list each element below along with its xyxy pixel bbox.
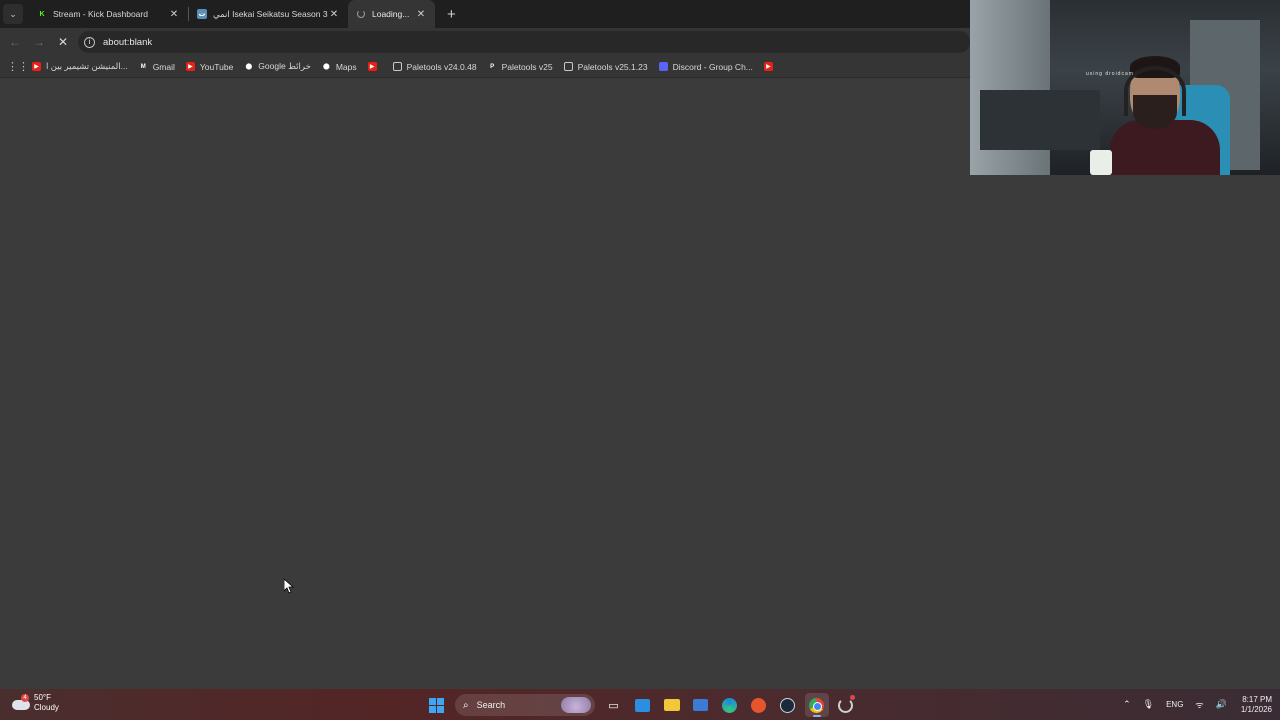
language-indicator[interactable]: ENG	[1166, 700, 1183, 709]
screen: ⌄ K Stream - Kick Dashboard ✕ ت انمي Ise…	[0, 0, 1280, 720]
close-icon[interactable]: ✕	[415, 9, 427, 20]
task-view-button[interactable]: ▭	[602, 693, 626, 717]
bookmark-youtube-icon-only[interactable]: ▶	[367, 62, 382, 71]
edge-icon	[722, 697, 737, 713]
webcam-shelf	[980, 90, 1100, 150]
address-text[interactable]: about:blank	[103, 37, 152, 48]
kick-icon: K	[39, 10, 45, 18]
origin-app[interactable]	[747, 693, 771, 717]
bookmark-label: Gmail	[152, 61, 175, 72]
bookmark-label: YouTube	[199, 61, 234, 72]
youtube-icon: ▶	[32, 62, 41, 71]
obs-app[interactable]	[834, 693, 858, 717]
bookmark-paletools-v25-1-23[interactable]: Paletools v25.1.23	[563, 61, 648, 72]
chrome-app[interactable]	[804, 693, 829, 717]
tab-title: انمي Isekai Seikatsu Season 3 ...	[213, 8, 328, 19]
clock-date: 1/1/2026	[1240, 704, 1272, 714]
weather-temp: 50°F	[34, 693, 51, 702]
bookmark-maps[interactable]: ⬤ Maps	[322, 62, 357, 72]
webcam-overlay: using droidcam	[970, 0, 1280, 175]
browser-toolbar: ← → ✕ i about:blank	[0, 28, 970, 56]
search-highlight-art	[561, 697, 591, 713]
new-tab-button[interactable]: +	[447, 6, 456, 23]
steam-app[interactable]	[776, 693, 800, 717]
wifi-icon[interactable]: ᯤ	[1195, 698, 1203, 711]
bookmark-item[interactable]: ▶ المنيشن تشيمير بين ا...	[32, 61, 128, 72]
chrome-icon	[809, 697, 824, 713]
tab-loading-active[interactable]: Loading... ✕	[348, 0, 435, 28]
tray-chevron-icon[interactable]: ⌃	[1123, 699, 1131, 710]
youtube-icon: ▶	[763, 62, 773, 71]
windows-icon	[429, 697, 444, 713]
mail-app[interactable]	[689, 693, 713, 717]
steam-icon	[780, 697, 795, 713]
maps-icon: ⬤	[322, 64, 330, 70]
youtube-icon: ▶	[367, 62, 377, 71]
paletools-icon: P	[490, 63, 495, 70]
bookmark-label: Google خرائط	[258, 61, 311, 71]
weather-badge: 4	[21, 694, 29, 702]
bookmark-label: Discord - Group Ch...	[672, 61, 753, 72]
youtube-icon: ▶	[185, 62, 195, 71]
webcam-overlay-text: using droidcam	[1086, 71, 1134, 77]
webcam-cup	[1090, 150, 1112, 175]
site-info-icon[interactable]: i	[84, 36, 95, 48]
bookmark-paletools-v25[interactable]: P Paletools v25	[488, 62, 553, 72]
volume-icon[interactable]: 🔊	[1216, 699, 1227, 710]
globe-icon	[563, 62, 573, 71]
bookmark-youtube[interactable]: ▶ YouTube	[185, 61, 234, 72]
clock-time: 8:17 PM	[1242, 694, 1272, 704]
weather-condition: Cloudy	[34, 703, 59, 712]
back-button[interactable]: ←	[6, 35, 24, 49]
maps-icon: ⬤	[245, 64, 253, 70]
store-icon	[635, 698, 650, 712]
forward-button[interactable]: →	[30, 35, 48, 49]
mail-icon	[693, 699, 708, 711]
tab-isekai-anime[interactable]: ت انمي Isekai Seikatsu Season 3 ... ✕	[189, 0, 348, 28]
bookmark-discord[interactable]: Discord - Group Ch...	[658, 61, 753, 72]
clock[interactable]: 8:17 PM 1/1/2026	[1241, 695, 1272, 715]
notification-dot	[849, 695, 855, 700]
taskbar-apps: ⌕ Search ▭	[422, 692, 860, 718]
apps-grid-icon[interactable]: ⋮⋮	[7, 60, 29, 73]
bookmark-youtube-icon-only-2[interactable]: ▶	[763, 62, 778, 71]
gmail-icon: M	[140, 63, 146, 70]
edge-app[interactable]	[718, 693, 742, 717]
address-bar[interactable]: i about:blank	[78, 31, 970, 53]
discord-icon	[658, 62, 668, 71]
bookmark-label: Paletools v25	[501, 61, 553, 72]
tab-search-button[interactable]: ⌄	[3, 4, 23, 24]
globe-icon	[392, 62, 402, 71]
tab-kick-dashboard[interactable]: K Stream - Kick Dashboard ✕	[29, 0, 188, 28]
bookmark-paletools-v24[interactable]: Paletools v24.0.48	[392, 61, 477, 72]
bookmark-gmail[interactable]: M Gmail	[139, 62, 175, 72]
webcam-person-body	[1110, 120, 1220, 175]
bookmark-label: المنيشن تشيمير بين ا...	[46, 61, 128, 71]
start-button[interactable]	[425, 693, 449, 717]
search-placeholder: Search	[476, 700, 506, 710]
anime-site-icon: ت	[197, 9, 207, 19]
bookmark-google-maps-ar[interactable]: ⬤ Google خرائط	[244, 61, 311, 72]
tab-strip: ⌄ K Stream - Kick Dashboard ✕ ت انمي Ise…	[0, 0, 970, 28]
system-tray: ⌃ 🎙 ENG ᯤ 🔊 8:17 PM 1/1/2026	[1111, 689, 1272, 720]
close-icon[interactable]: ✕	[328, 9, 340, 20]
file-explorer-app[interactable]	[660, 693, 684, 717]
bookmark-label: Paletools v25.1.23	[577, 61, 648, 72]
bookmark-label: Paletools v24.0.48	[406, 61, 477, 72]
tab-title: Loading...	[372, 9, 410, 19]
bookmark-label: Maps	[335, 61, 357, 72]
loading-spinner-icon	[356, 9, 366, 19]
search-icon: ⌕	[463, 699, 469, 711]
microphone-icon[interactable]: 🎙	[1143, 699, 1154, 710]
origin-icon	[751, 697, 766, 713]
folder-icon	[663, 699, 680, 711]
tab-title: Stream - Kick Dashboard	[53, 9, 148, 19]
store-app[interactable]	[631, 693, 655, 717]
taskbar: 4 50°F Cloudy ⌕ Search ▭ ⌃ 🎙 ENG ᯤ 🔊 8:1…	[0, 689, 1280, 720]
taskbar-search[interactable]: ⌕ Search	[455, 694, 595, 716]
close-icon[interactable]: ✕	[168, 9, 180, 20]
stop-loading-button[interactable]: ✕	[54, 35, 72, 49]
weather-widget[interactable]: 4 50°F Cloudy	[12, 693, 59, 713]
cloud-icon: 4	[12, 694, 30, 710]
